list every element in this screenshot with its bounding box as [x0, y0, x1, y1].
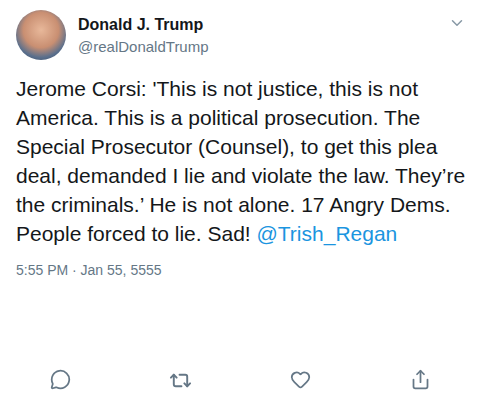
action-bar	[0, 365, 480, 410]
heart-icon[interactable]	[286, 365, 315, 396]
share-icon[interactable]	[406, 365, 435, 396]
more-chevron-icon[interactable]	[448, 10, 466, 32]
avatar[interactable]	[16, 10, 66, 60]
tweet-header: Donald J. Trump@realDonaldTrump	[0, 10, 480, 60]
reply-icon[interactable]	[46, 365, 75, 396]
author-handle[interactable]: @realDonaldTrump	[78, 37, 436, 57]
author-block: Donald J. Trump@realDonaldTrump	[78, 10, 436, 57]
author-name[interactable]: Donald J. Trump	[78, 15, 436, 35]
tweet-text: Jerome Corsi: 'This is not justice, this…	[0, 74, 480, 248]
timestamp[interactable]: 5:55 PM · Jan 55, 5555	[0, 248, 480, 280]
mention-link[interactable]: @Trish_Regan	[257, 222, 398, 245]
retweet-icon[interactable]	[165, 365, 196, 396]
tweet-card: Donald J. Trump@realDonaldTrump Jerome Co…	[0, 0, 480, 410]
